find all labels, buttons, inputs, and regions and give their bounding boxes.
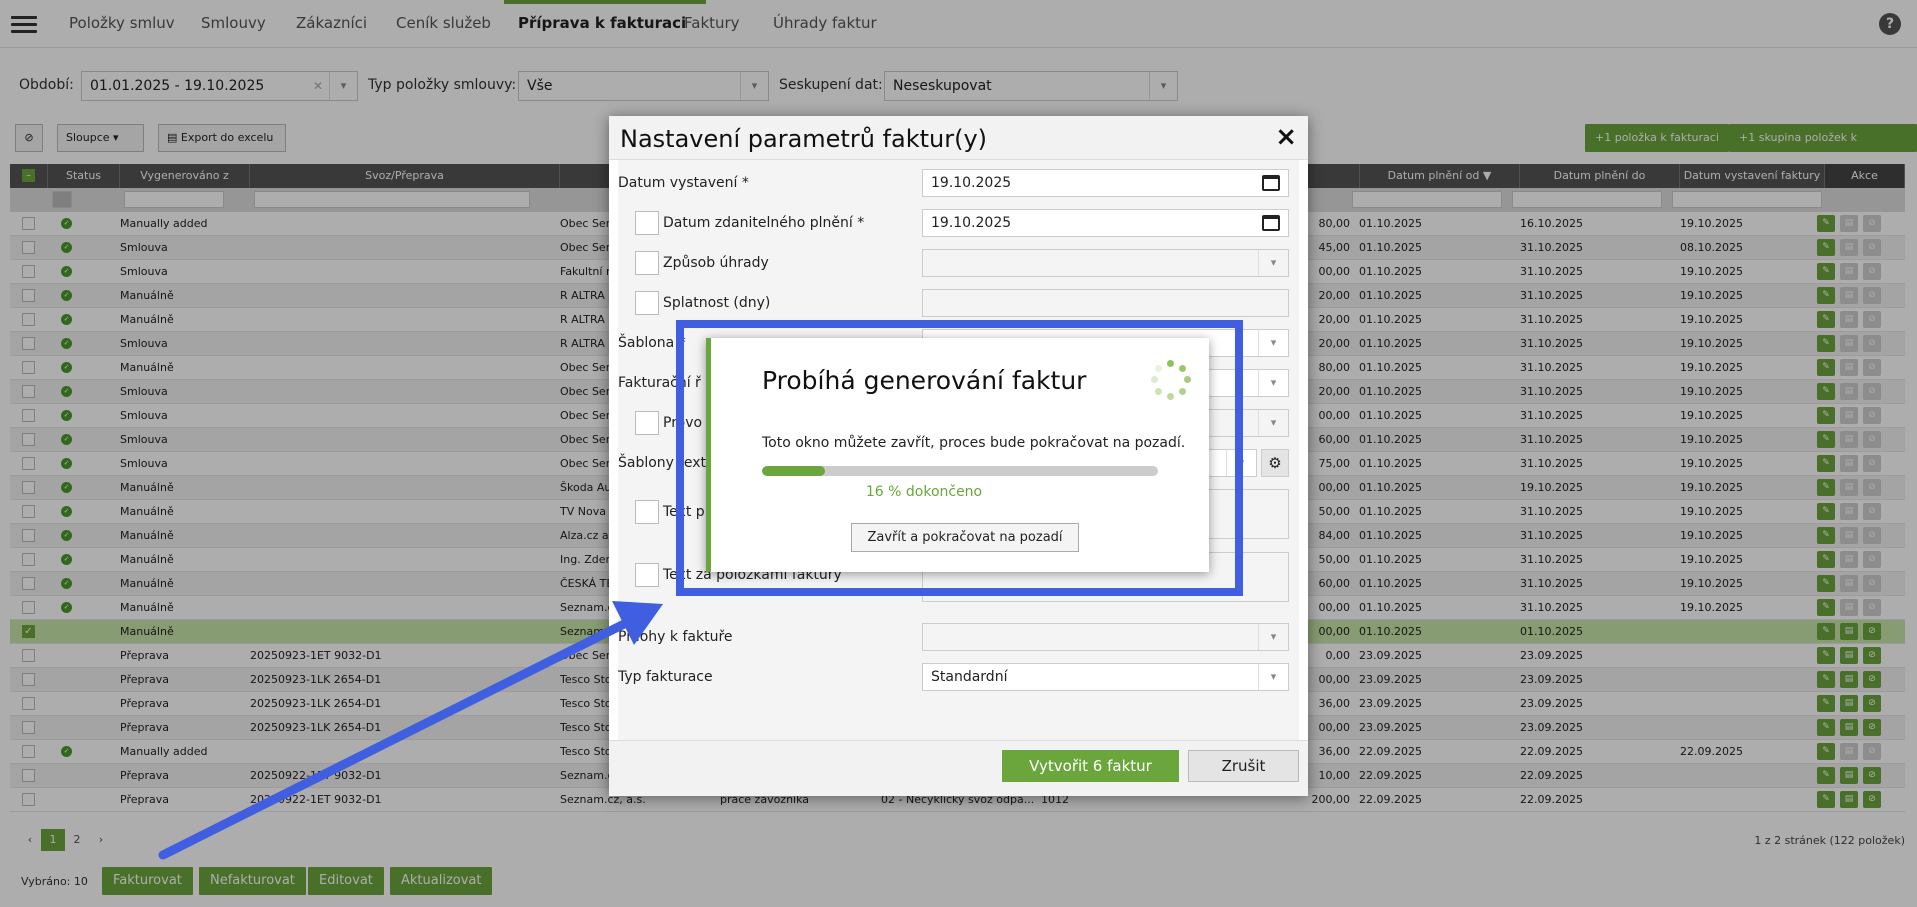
modal-footer: Vytvořit 6 faktur Zrušit bbox=[609, 740, 1308, 796]
chevron-down-icon[interactable]: ▾ bbox=[1258, 250, 1288, 276]
tax-date-value: 19.10.2025 bbox=[931, 215, 1012, 231]
payment-row: Způsob úhrady ▾ bbox=[618, 246, 1299, 280]
chevron-down-icon[interactable]: ▾ bbox=[1258, 330, 1288, 356]
issue-date-row: Datum vystavení * 19.10.2025 bbox=[618, 166, 1299, 200]
attachments-row: Přílohy k faktuře ▾ bbox=[618, 620, 1299, 654]
progress-dialog: Probíhá generování faktur Toto okno může… bbox=[706, 338, 1209, 572]
due-row: Splatnost (dny) bbox=[618, 286, 1299, 320]
invoicing-type-select[interactable]: Standardní ▾ bbox=[922, 663, 1289, 691]
cancel-button[interactable]: Zrušit bbox=[1188, 750, 1299, 782]
progress-percent: 16 % dokončeno bbox=[865, 484, 983, 500]
chevron-down-icon[interactable]: ▾ bbox=[1258, 410, 1288, 436]
create-invoices-button[interactable]: Vytvořit 6 faktur bbox=[1002, 750, 1179, 782]
chevron-down-icon[interactable]: ▾ bbox=[1258, 664, 1288, 690]
payment-checkbox[interactable] bbox=[635, 251, 659, 275]
attachments-select[interactable]: ▾ bbox=[922, 623, 1289, 651]
close-continue-button[interactable]: Zavřít a pokračovat na pozadí bbox=[851, 523, 1079, 552]
invoicing-type-label: Typ fakturace bbox=[618, 669, 713, 685]
due-label: Splatnost (dny) bbox=[663, 295, 771, 311]
prov-checkbox[interactable] bbox=[635, 411, 659, 435]
modal-title: Nastavení parametrů faktur(y) bbox=[620, 125, 988, 153]
tax-date-checkbox[interactable] bbox=[635, 211, 659, 235]
chevron-down-icon[interactable]: ▾ bbox=[1258, 370, 1288, 396]
due-checkbox[interactable] bbox=[635, 291, 659, 315]
gear-icon[interactable]: ⚙ bbox=[1261, 449, 1289, 477]
tax-date-label: Datum zdanitelného plnění * bbox=[663, 215, 865, 231]
payment-label: Způsob úhrady bbox=[663, 255, 769, 271]
progress-message: Toto okno můžete zavřít, proces bude pok… bbox=[762, 435, 1186, 451]
chevron-down-icon[interactable]: ▾ bbox=[1258, 624, 1288, 650]
payment-select[interactable]: ▾ bbox=[922, 249, 1289, 277]
issue-date-input[interactable]: 19.10.2025 bbox=[922, 169, 1289, 197]
attachments-label: Přílohy k faktuře bbox=[618, 629, 733, 645]
progress-bar-fill bbox=[762, 466, 826, 476]
close-icon[interactable]: × bbox=[1275, 122, 1297, 152]
invoicing-type-row: Typ fakturace Standardní ▾ bbox=[618, 660, 1299, 694]
issue-date-value: 19.10.2025 bbox=[931, 175, 1012, 191]
tax-date-input[interactable]: 19.10.2025 bbox=[922, 209, 1289, 237]
issue-date-label: Datum vystavení * bbox=[618, 175, 749, 191]
calendar-icon[interactable] bbox=[1262, 175, 1280, 191]
due-input[interactable] bbox=[922, 289, 1289, 317]
progress-bar bbox=[762, 466, 1158, 476]
text-after-checkbox[interactable] bbox=[635, 563, 659, 587]
tax-date-row: Datum zdanitelného plnění * 19.10.2025 bbox=[618, 206, 1299, 240]
spinner-icon bbox=[1151, 360, 1191, 400]
calendar-icon[interactable] bbox=[1262, 215, 1280, 231]
app-root: Položky smluv Smlouvy Zákazníci Ceník sl… bbox=[0, 0, 1917, 907]
progress-title: Probíhá generování faktur bbox=[762, 366, 1087, 395]
invoicing-type-value: Standardní bbox=[931, 669, 1008, 685]
text-before-checkbox[interactable] bbox=[635, 500, 659, 524]
modal-header: Nastavení parametrů faktur(y) × bbox=[609, 116, 1308, 160]
